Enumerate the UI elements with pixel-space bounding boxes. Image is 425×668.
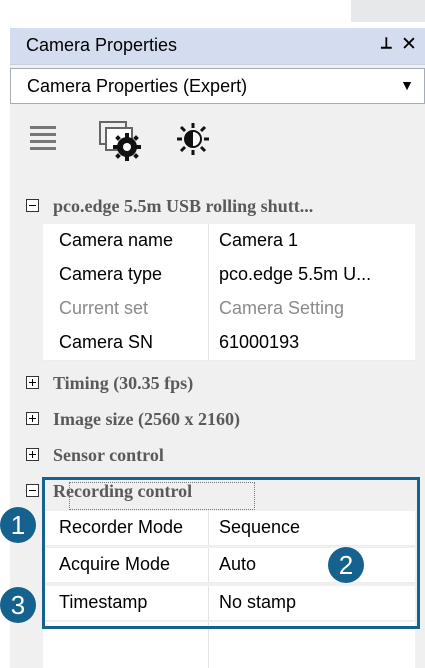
window-edge <box>351 0 425 22</box>
close-icon[interactable]: ✕ <box>401 33 417 56</box>
collapse-icon[interactable] <box>26 199 39 212</box>
callout-highlight-box <box>42 477 420 629</box>
group-timing[interactable]: Timing (30.35 fps) <box>10 367 425 401</box>
property-row[interactable]: Camera name Camera 1 <box>43 224 415 259</box>
camera-settings-icon[interactable] <box>96 118 148 162</box>
group-image-size[interactable]: Image size (2560 x 2160) <box>10 403 425 437</box>
column-divider <box>208 326 209 360</box>
property-name: Current set <box>59 298 149 318</box>
property-row[interactable]: Camera type pco.edge 5.5m U... <box>43 258 415 293</box>
list-icon[interactable] <box>30 124 56 154</box>
pin-icon[interactable]: ⟂ <box>381 35 392 53</box>
property-value[interactable]: pco.edge 5.5m U... <box>219 264 371 285</box>
panel-title: Camera Properties <box>26 35 178 55</box>
property-name: Camera SN <box>59 332 154 352</box>
view-mode-value: Camera Properties (Expert) <box>27 76 248 96</box>
group-title: Image size (2560 x 2160) <box>53 409 240 429</box>
group-camera[interactable]: pco.edge 5.5m USB rolling shutt... <box>10 190 425 224</box>
chevron-down-icon: ▼ <box>400 77 414 93</box>
callout-badge-2: 2 <box>328 547 364 583</box>
panel-titlebar: Camera Properties ⟂ ✕ <box>10 28 425 65</box>
brightness-icon[interactable] <box>176 122 210 156</box>
property-name: Camera name <box>59 230 174 250</box>
property-row[interactable]: Current set Camera Setting <box>43 292 415 327</box>
expand-icon[interactable] <box>26 376 39 389</box>
property-row[interactable]: Camera SN 61000193 <box>43 326 415 361</box>
group-sensor-control[interactable]: Sensor control <box>10 439 425 473</box>
property-value[interactable]: 61000193 <box>219 332 299 353</box>
collapse-icon[interactable] <box>26 484 39 497</box>
column-divider <box>208 292 209 326</box>
view-mode-dropdown[interactable]: Camera Properties (Expert) ▼ <box>10 68 425 104</box>
group-title: pco.edge 5.5m USB rolling shutt... <box>53 196 314 216</box>
expand-icon[interactable] <box>26 412 39 425</box>
callout-badge-1: 1 <box>0 507 36 543</box>
expand-icon[interactable] <box>26 448 39 461</box>
property-name: Camera type <box>59 264 163 284</box>
column-divider <box>208 258 209 292</box>
property-value: Camera Setting <box>219 298 345 318</box>
group-title: Timing (30.35 fps) <box>53 373 194 393</box>
column-divider <box>208 224 209 258</box>
callout-badge-3: 3 <box>0 587 36 623</box>
group-title: Sensor control <box>53 445 164 465</box>
property-value[interactable]: Camera 1 <box>219 230 298 251</box>
